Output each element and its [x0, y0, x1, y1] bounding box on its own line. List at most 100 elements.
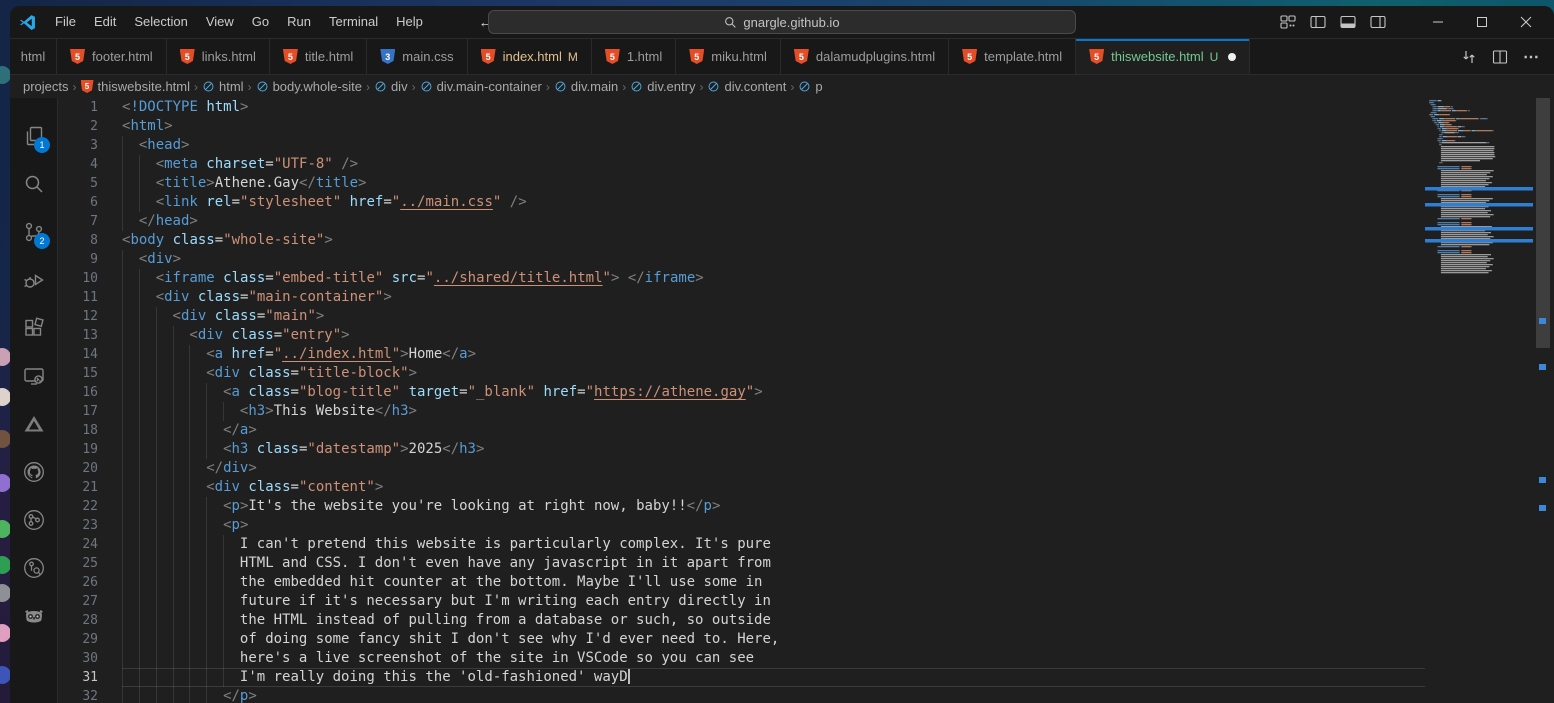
- gitlens-icon[interactable]: [10, 544, 57, 592]
- indent-guide: [139, 478, 156, 497]
- indent-guide: [139, 326, 156, 345]
- command-center-search[interactable]: gnargle.github.io: [488, 10, 1076, 34]
- tab-main-css[interactable]: 3main.css: [367, 39, 467, 74]
- godot-icon[interactable]: [10, 592, 57, 640]
- code-line-16[interactable]: 16<a class="blog-title" target="_blank" …: [58, 383, 1425, 402]
- search-icon[interactable]: [10, 160, 57, 208]
- code-line-30[interactable]: 30here's a live screenshot of the site i…: [58, 649, 1425, 668]
- code-line-4[interactable]: 4<meta charset="UTF-8" />: [58, 155, 1425, 174]
- indent-guide: [139, 516, 156, 535]
- code-line-2[interactable]: 2<html>: [58, 117, 1425, 136]
- code-line-17[interactable]: 17<h3>This Website</h3>: [58, 402, 1425, 421]
- tab-label: miku.html: [711, 49, 767, 64]
- code-line-25[interactable]: 25HTML and CSS. I don't even have any ja…: [58, 554, 1425, 573]
- toggle-secondary-sidebar-icon[interactable]: [1370, 14, 1386, 30]
- breadcrumb-item-div-content[interactable]: div.content: [707, 79, 786, 94]
- scrollbar-thumb[interactable]: [1536, 98, 1550, 348]
- tab-index-html[interactable]: 5index.htmlM: [468, 39, 592, 74]
- code-line-9[interactable]: 9<div>: [58, 250, 1425, 269]
- code-line-13[interactable]: 13<div class="entry">: [58, 326, 1425, 345]
- breadcrumb-item-html[interactable]: html: [202, 79, 244, 94]
- chevron-right-icon: ›: [365, 80, 371, 94]
- maximize-button[interactable]: [1460, 6, 1504, 38]
- menu-edit[interactable]: Edit: [85, 11, 125, 33]
- code-line-26[interactable]: 26the embedded hit counter at the bottom…: [58, 573, 1425, 592]
- minimap[interactable]: [1425, 98, 1533, 703]
- breadcrumb-item-p[interactable]: p: [798, 79, 822, 94]
- tab-links-html[interactable]: 5links.html: [167, 39, 270, 74]
- breadcrumb-item-div[interactable]: div: [374, 79, 408, 94]
- indent-guide: [122, 611, 139, 630]
- html-file-icon: 5: [1089, 49, 1104, 64]
- menu-selection[interactable]: Selection: [125, 11, 196, 33]
- github-icon[interactable]: [10, 448, 57, 496]
- code-line-3[interactable]: 3<head>: [58, 136, 1425, 155]
- menu-view[interactable]: View: [197, 11, 243, 33]
- symbol-icon: [554, 80, 567, 93]
- indent-guide: [206, 383, 223, 402]
- more-actions-icon[interactable]: ⋯: [1523, 47, 1540, 67]
- toggle-primary-sidebar-icon[interactable]: [1310, 14, 1326, 30]
- tab-dalamudplugins-html[interactable]: 5dalamudplugins.html: [781, 39, 949, 74]
- toggle-panel-icon[interactable]: [1340, 14, 1356, 30]
- code-line-11[interactable]: 11<div class="main-container">: [58, 288, 1425, 307]
- code-line-7[interactable]: 7</head>: [58, 212, 1425, 231]
- source-control-icon[interactable]: 2: [10, 208, 57, 256]
- menu-file[interactable]: File: [46, 11, 85, 33]
- code-editor[interactable]: 1<!DOCTYPE html>2<html>3<head>4<meta cha…: [58, 98, 1554, 703]
- menu-run[interactable]: Run: [278, 11, 320, 33]
- tab-template-html[interactable]: 5template.html: [949, 39, 1076, 74]
- run-debug-icon[interactable]: [10, 256, 57, 304]
- code-line-24[interactable]: 24I can't pretend this website is partic…: [58, 535, 1425, 554]
- menu-terminal[interactable]: Terminal: [320, 11, 387, 33]
- code-line-12[interactable]: 12<div class="main">: [58, 307, 1425, 326]
- code-line-1[interactable]: 1<!DOCTYPE html>: [58, 98, 1425, 117]
- tab-title-html[interactable]: 5title.html: [270, 39, 367, 74]
- unsaved-dot-icon[interactable]: [1228, 53, 1236, 61]
- split-editor-icon[interactable]: [1492, 49, 1508, 65]
- triangle-extension-icon[interactable]: [10, 400, 57, 448]
- tab-html[interactable]: html: [10, 39, 57, 74]
- code-line-31[interactable]: 31I'm really doing this the 'old-fashion…: [58, 668, 1425, 687]
- remote-explorer-icon[interactable]: [10, 352, 57, 400]
- tab-miku-html[interactable]: 5miku.html: [676, 39, 781, 74]
- menu-go[interactable]: Go: [243, 11, 278, 33]
- minimize-button[interactable]: [1416, 6, 1460, 38]
- html-file-icon: 5: [794, 49, 809, 64]
- code-line-22[interactable]: 22<p>It's the website you're looking at …: [58, 497, 1425, 516]
- breadcrumb-item-file[interactable]: 5thiswebsite.html: [81, 79, 190, 94]
- indent-guide: [139, 649, 156, 668]
- tab-footer-html[interactable]: 5footer.html: [57, 39, 167, 74]
- code-line-14[interactable]: 14<a href="../index.html">Home</a>: [58, 345, 1425, 364]
- menu-help[interactable]: Help: [387, 11, 432, 33]
- code-line-23[interactable]: 23<p>: [58, 516, 1425, 535]
- tab-1-html[interactable]: 51.html: [592, 39, 676, 74]
- explorer-icon[interactable]: 1: [10, 112, 57, 160]
- open-changes-icon[interactable]: [1461, 49, 1477, 65]
- indent-guide: [206, 440, 223, 459]
- git-graph-icon[interactable]: [10, 496, 57, 544]
- code-line-29[interactable]: 29of doing some fancy shit I don't see w…: [58, 630, 1425, 649]
- indent-guide: [156, 573, 173, 592]
- customize-layout-icon[interactable]: [1280, 14, 1296, 30]
- close-button[interactable]: [1504, 6, 1548, 38]
- code-line-28[interactable]: 28the HTML instead of pulling from a dat…: [58, 611, 1425, 630]
- code-line-18[interactable]: 18</a>: [58, 421, 1425, 440]
- code-line-32[interactable]: 32</p>: [58, 687, 1425, 703]
- code-line-15[interactable]: 15<div class="title-block">: [58, 364, 1425, 383]
- breadcrumb-item-div-main[interactable]: div.main: [554, 79, 618, 94]
- code-line-5[interactable]: 5<title>Athene.Gay</title>: [58, 174, 1425, 193]
- code-line-6[interactable]: 6<link rel="stylesheet" href="../main.cs…: [58, 193, 1425, 212]
- code-line-21[interactable]: 21<div class="content">: [58, 478, 1425, 497]
- tab-thiswebsite-html[interactable]: 5thiswebsite.htmlU: [1076, 39, 1250, 74]
- breadcrumb-item-body-whole-site[interactable]: body.whole-site: [256, 79, 362, 94]
- breadcrumb-item-root[interactable]: projects: [23, 79, 69, 94]
- breadcrumb-item-div-entry[interactable]: div.entry: [630, 79, 695, 94]
- breadcrumb-item-div-main-container[interactable]: div.main-container: [420, 79, 542, 94]
- code-line-20[interactable]: 20</div>: [58, 459, 1425, 478]
- code-line-10[interactable]: 10<iframe class="embed-title" src="../sh…: [58, 269, 1425, 288]
- extensions-icon[interactable]: [10, 304, 57, 352]
- code-line-19[interactable]: 19<h3 class="datestamp">2025</h3>: [58, 440, 1425, 459]
- code-line-27[interactable]: 27future if it's necessary but I'm writi…: [58, 592, 1425, 611]
- code-line-8[interactable]: 8<body class="whole-site">: [58, 231, 1425, 250]
